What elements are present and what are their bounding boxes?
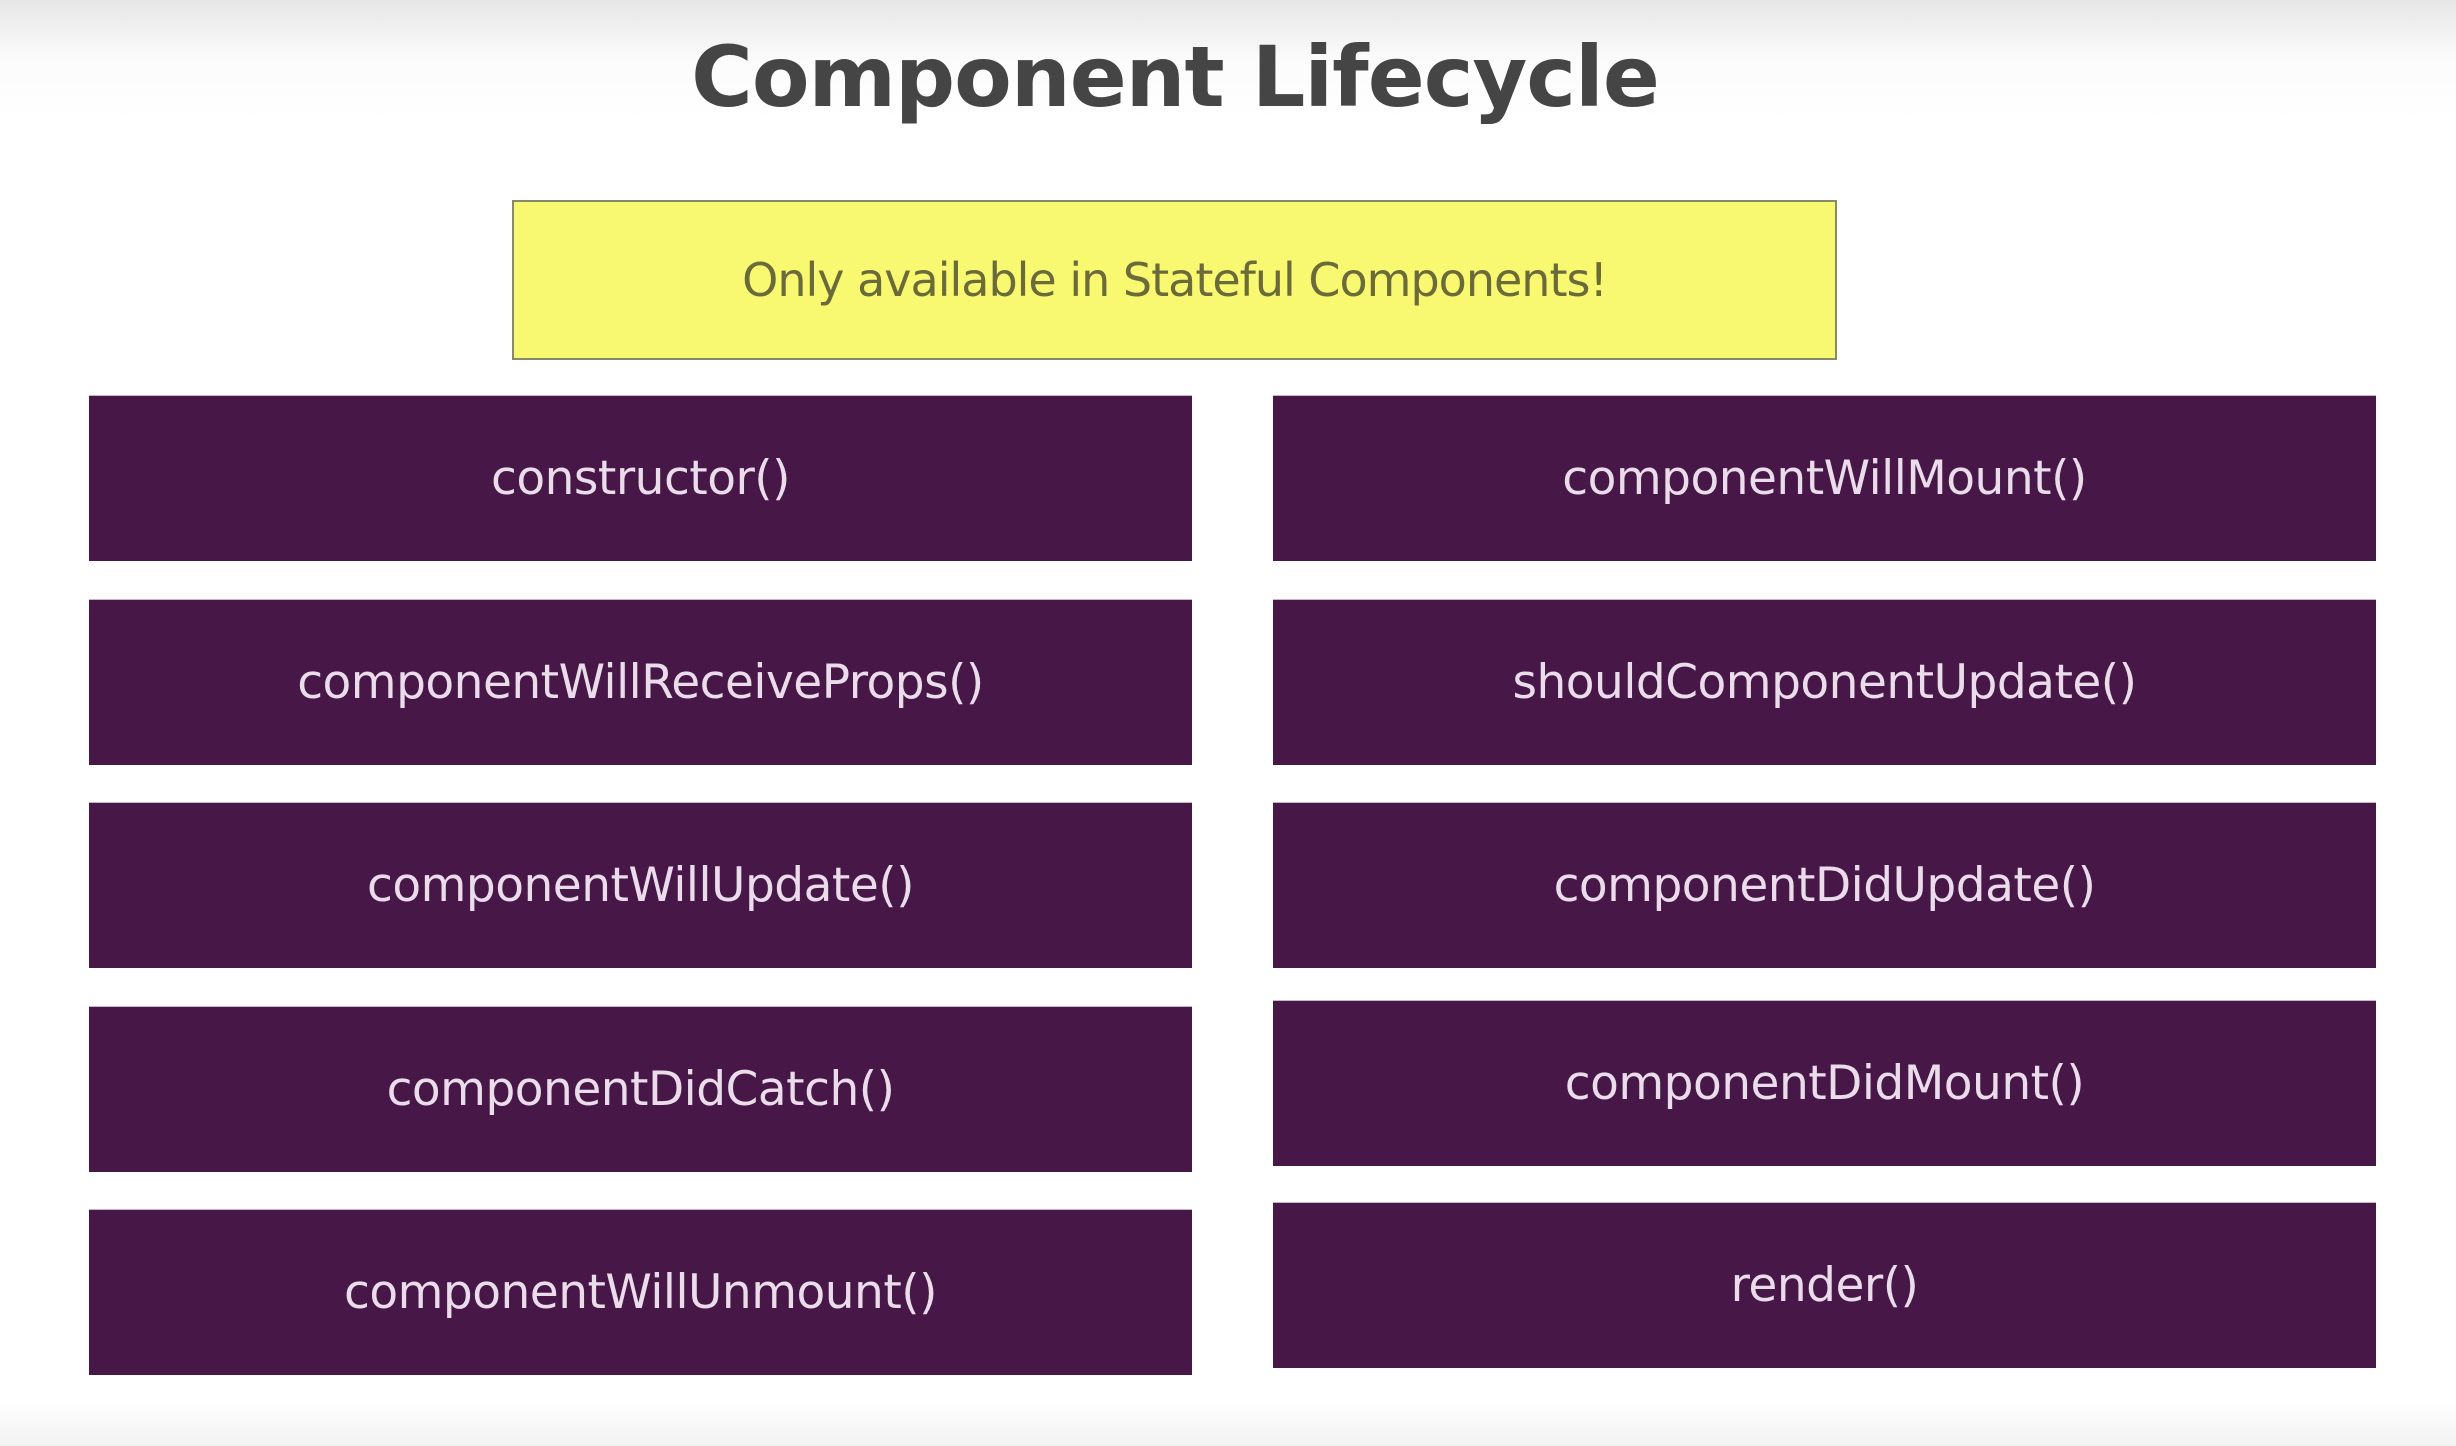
method-box-constructor: constructor() <box>89 396 1192 561</box>
method-box-render: render() <box>1273 1203 2376 1368</box>
page-title: Component Lifecycle <box>691 28 1660 126</box>
method-box-componentDidCatch: componentDidCatch() <box>89 1007 1192 1172</box>
stateful-note: Only available in Stateful Components! <box>512 200 1837 360</box>
method-box-componentWillReceiveProps: componentWillReceiveProps() <box>89 600 1192 765</box>
method-box-componentWillMount: componentWillMount() <box>1273 396 2376 561</box>
method-box-componentDidMount: componentDidMount() <box>1273 1001 2376 1166</box>
method-box-componentWillUpdate: componentWillUpdate() <box>89 803 1192 968</box>
method-box-componentWillUnmount: componentWillUnmount() <box>89 1210 1192 1375</box>
method-box-shouldComponentUpdate: shouldComponentUpdate() <box>1273 600 2376 765</box>
method-box-componentDidUpdate: componentDidUpdate() <box>1273 803 2376 968</box>
